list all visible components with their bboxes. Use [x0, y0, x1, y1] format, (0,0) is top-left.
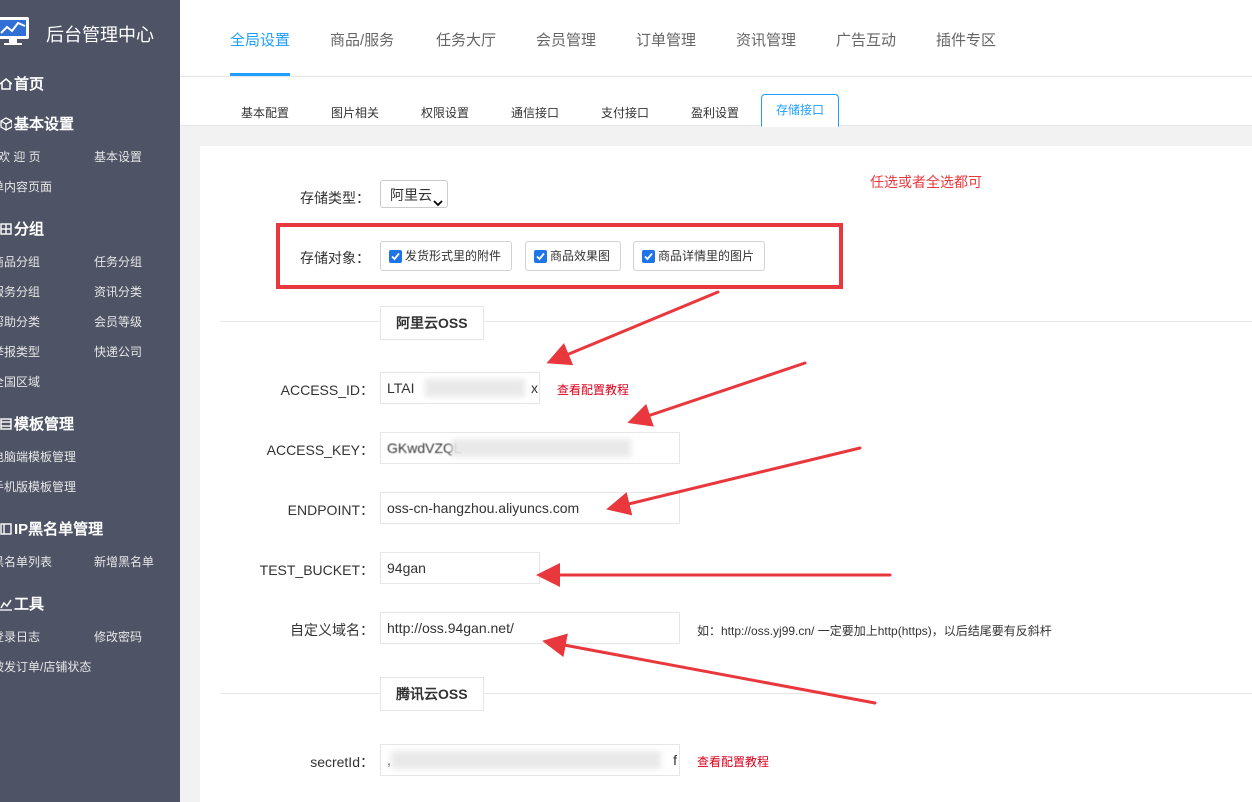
subtab-basic-config[interactable]: 基本配置: [241, 104, 289, 121]
tab-orders[interactable]: 订单管理: [636, 29, 696, 50]
list-icon: [0, 522, 12, 536]
sidebar-item-help-categories[interactable]: 帮助分类: [0, 313, 40, 330]
bucket-label: TEST_BUCKET：: [259, 562, 374, 578]
tab-ads[interactable]: 广告互动: [836, 29, 896, 50]
custom-domain-label: 自定义域名：: [290, 622, 374, 638]
sidebar-item-couriers[interactable]: 快递公司: [94, 343, 142, 360]
template-icon: [0, 417, 12, 431]
tab-plugins[interactable]: 插件专区: [936, 29, 996, 50]
sidebar-item-change-password[interactable]: 修改密码: [94, 628, 142, 645]
top-nav: 全局设置 商品/服务 任务大厅 会员管理 订单管理 资讯管理 广告互动 插件专区: [180, 0, 1252, 77]
annotation-note: 任选或者全选都可: [870, 174, 982, 190]
checkbox-checked-icon: [534, 249, 547, 263]
chart-icon: [0, 597, 12, 611]
storage-type-select[interactable]: 阿里云: [380, 180, 448, 208]
subtab-profit[interactable]: 盈利设置: [691, 104, 739, 121]
redaction-blur: [451, 439, 631, 457]
cube-icon: [0, 116, 12, 131]
tab-global-settings[interactable]: 全局设置: [230, 29, 290, 50]
secret-id-label: secretId：: [310, 754, 374, 770]
monitor-chart-icon: [0, 12, 32, 50]
sidebar-section-groups[interactable]: 分组: [0, 218, 44, 239]
sidebar-item-regions[interactable]: 全国区域: [0, 373, 40, 390]
custom-domain-input[interactable]: http://oss.94gan.net/: [380, 612, 680, 644]
brand: 后台管理中心: [0, 10, 180, 54]
sidebar-item-welcome[interactable]: 欢 迎 页: [0, 148, 41, 165]
tab-news[interactable]: 资讯管理: [736, 29, 796, 50]
storage-type-label: 存储类型：: [300, 190, 370, 206]
subtab-image[interactable]: 图片相关: [331, 104, 379, 121]
access-key-label: ACCESS_KEY：: [266, 442, 374, 458]
redaction-blur: [391, 751, 661, 769]
sidebar-section-home[interactable]: 首页: [0, 73, 44, 94]
brand-title: 后台管理中心: [46, 25, 154, 45]
checkbox-product-images[interactable]: 商品效果图: [525, 241, 622, 271]
active-tab-indicator: [230, 73, 290, 76]
tab-task-hall[interactable]: 任务大厅: [436, 29, 496, 50]
sidebar-section-templates[interactable]: 模板管理: [0, 413, 74, 434]
tab-products[interactable]: 商品/服务: [330, 29, 394, 50]
bucket-input[interactable]: 94gan: [380, 552, 540, 584]
checkbox-checked-icon: [389, 249, 402, 263]
checkbox-attachments[interactable]: 发货形式里的附件: [380, 241, 513, 271]
sidebar-item-product-groups[interactable]: 商品分组: [0, 253, 40, 270]
sidebar-item-login-log[interactable]: 登录日志: [0, 628, 40, 645]
sidebar-item-mobile-templates[interactable]: 手机版模板管理: [0, 478, 76, 495]
sidebar-item-pc-templates[interactable]: 电脑端模板管理: [0, 448, 76, 465]
sidebar-item-news-categories[interactable]: 资讯分类: [94, 283, 142, 300]
aliyun-tutorial-link[interactable]: 查看配置教程: [557, 381, 629, 398]
checkbox-checked-icon: [642, 249, 655, 263]
secret-id-input[interactable]: , f: [380, 744, 680, 776]
section-divider: [220, 693, 1252, 694]
sidebar-item-member-levels[interactable]: 会员等级: [94, 313, 142, 330]
subtab-storage[interactable]: 存储接口: [761, 94, 840, 127]
sidebar-item-order-status[interactable]: 被发订单/店铺状态: [0, 658, 91, 675]
tencent-oss-legend: 腾讯云OSS: [380, 677, 484, 711]
checkbox-detail-images[interactable]: 商品详情里的图片: [633, 241, 766, 271]
aliyun-oss-legend: 阿里云OSS: [380, 306, 484, 340]
sidebar-section-tools[interactable]: 工具: [0, 593, 44, 614]
sidebar-item-single-page[interactable]: 单内容页面: [0, 178, 52, 195]
grid-icon: [0, 222, 12, 236]
section-divider: [220, 321, 1252, 322]
subtab-payment[interactable]: 支付接口: [601, 104, 649, 121]
tab-members[interactable]: 会员管理: [536, 29, 596, 50]
access-id-label: ACCESS_ID：: [280, 382, 374, 398]
endpoint-input[interactable]: oss-cn-hangzhou.aliyuncs.com: [380, 492, 680, 524]
storage-target-label: 存储对象：: [300, 250, 370, 266]
sidebar-item-basic-settings[interactable]: 基本设置: [94, 148, 142, 165]
access-id-input[interactable]: LTAI x: [380, 372, 540, 404]
sidebar-item-task-groups[interactable]: 任务分组: [94, 253, 142, 270]
subtab-communication[interactable]: 通信接口: [511, 104, 559, 121]
chevron-down-icon: [433, 189, 443, 217]
custom-domain-tip: 如：http://oss.yj99.cn/ 一定要加上http(https)，以…: [697, 624, 1052, 638]
tencent-tutorial-link[interactable]: 查看配置教程: [697, 753, 769, 770]
sidebar: 后台管理中心 首页 基本设置 欢 迎 页 基本设置 单内容页面 分组 商品分组 …: [0, 0, 180, 802]
sidebar-section-ip-blacklist[interactable]: IP黑名单管理: [0, 518, 103, 539]
redaction-blur: [425, 379, 525, 397]
sidebar-item-report-types[interactable]: 举报类型: [0, 343, 40, 360]
sidebar-item-service-groups[interactable]: 服务分组: [0, 283, 40, 300]
home-icon: [0, 77, 12, 91]
access-key-input[interactable]: GKwdVZQL: [380, 432, 680, 464]
sidebar-item-blacklist[interactable]: 黑名单列表: [0, 553, 52, 570]
sidebar-item-add-blacklist[interactable]: 新增黑名单: [94, 553, 154, 570]
endpoint-label: ENDPOINT：: [287, 502, 374, 518]
subtab-permissions[interactable]: 权限设置: [421, 104, 469, 121]
sub-tabs: 基本配置 图片相关 权限设置 通信接口 支付接口 盈利设置 存储接口: [180, 77, 1252, 127]
sidebar-section-basic[interactable]: 基本设置: [0, 113, 74, 134]
storage-settings-form: 存储类型： 阿里云 任选或者全选都可 存储对象： 发货形式里的附件 商品效果图 …: [200, 146, 1252, 802]
